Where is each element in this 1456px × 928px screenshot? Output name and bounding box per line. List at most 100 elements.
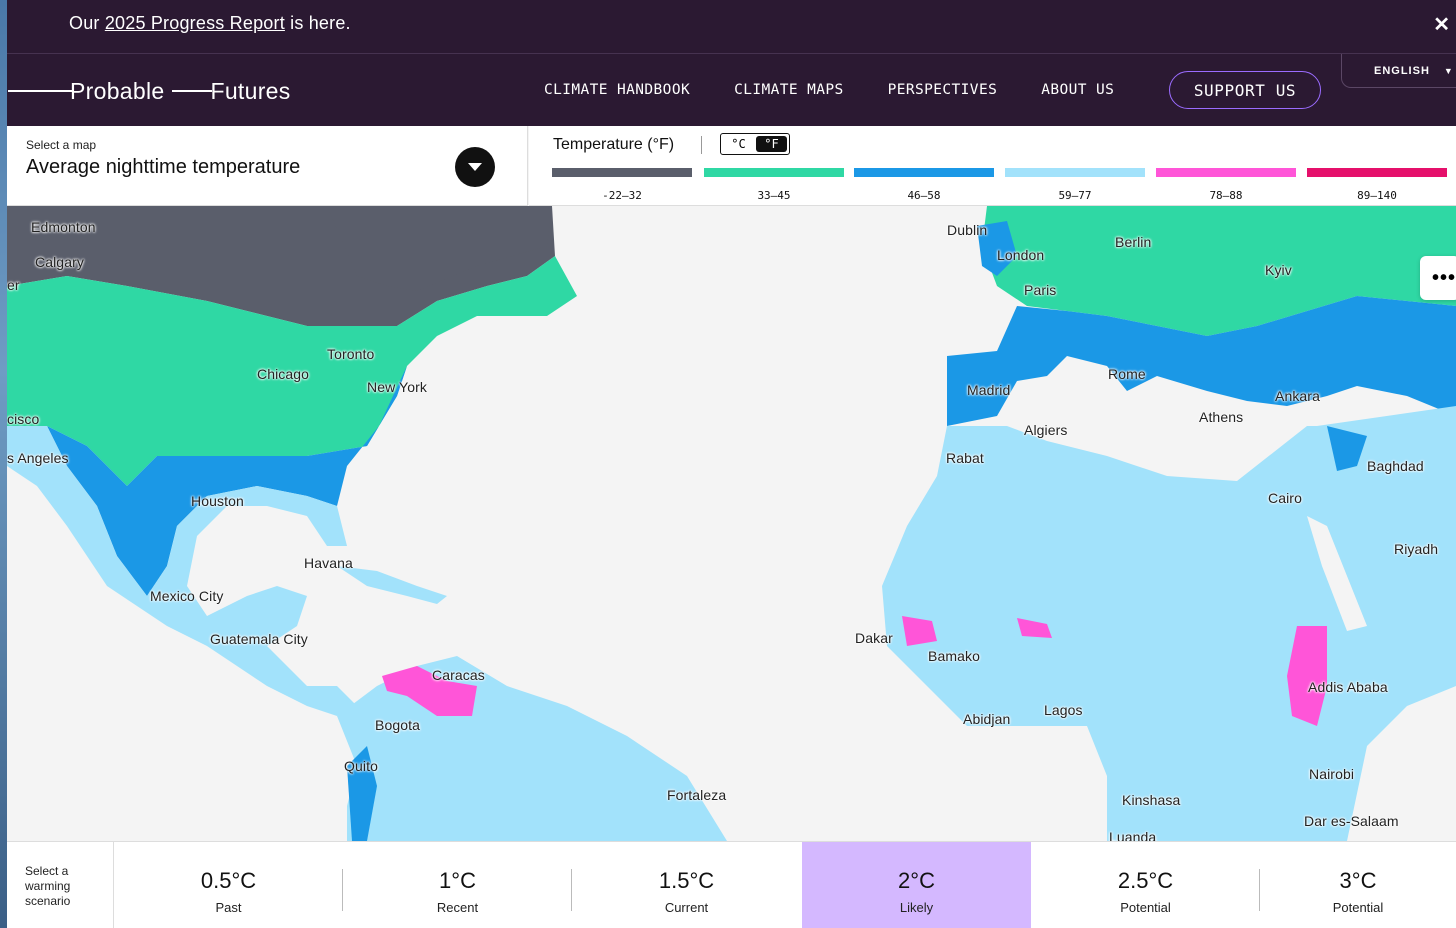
legend-swatch-1 <box>552 168 692 177</box>
city-label-rome: Rome <box>1108 366 1146 382</box>
map-canvas <box>7 206 1456 841</box>
city-label-chicago: Chicago <box>257 366 310 382</box>
city-label-berlin: Berlin <box>1115 234 1152 250</box>
city-label-madrid: Madrid <box>967 382 1011 398</box>
city-label-dublin: Dublin <box>947 222 988 238</box>
announcement-text: Our 2025 Progress Report is here. <box>69 13 351 34</box>
scenario-degree: 2.5°C <box>1117 868 1174 893</box>
nav-link-perspectives[interactable]: PERSPECTIVES <box>888 82 998 98</box>
scenario-option-1[interactable]: 1°C Recent <box>343 842 572 928</box>
scenario-sub: Likely <box>899 900 934 915</box>
announcement-prefix: Our <box>69 13 105 33</box>
legend-label-6: 89–140 <box>1357 189 1397 202</box>
city-label-kyiv: Kyiv <box>1265 262 1292 278</box>
city-label-algiers: Algiers <box>1024 422 1068 438</box>
city-label-lagos: Lagos <box>1044 702 1083 718</box>
city-label-mexico-city: Mexico City <box>150 588 224 604</box>
unit-celsius[interactable]: °C <box>723 136 754 152</box>
legend-panel: Temperature (°F) °C °F -22–32 33–45 46–5… <box>529 126 1456 206</box>
city-label-fortaleza: Fortaleza <box>667 787 727 803</box>
city-label-havana: Havana <box>304 555 353 571</box>
scenario-option-1-5[interactable]: 1.5°C Current <box>572 842 801 928</box>
land-caribbean <box>337 566 447 604</box>
city-label-nairobi: Nairobi <box>1309 766 1355 782</box>
map-select-label: Select a map <box>26 138 97 152</box>
legend-swatch-3 <box>854 168 994 177</box>
city-label-dakar: Dakar <box>855 630 893 646</box>
scenario-option-3[interactable]: 3°C Potential <box>1260 842 1456 928</box>
more-dots-icon[interactable]: ••• <box>1420 256 1456 300</box>
scenario-option-2[interactable]: 2°C Likely <box>802 842 1031 928</box>
nav-link-about-us[interactable]: ABOUT US <box>1041 82 1114 98</box>
land-africa <box>882 426 1456 841</box>
scenario-degree: 3°C <box>1339 868 1377 893</box>
climate-map[interactable]: Edmonton Calgary er cisco s Angeles Chic… <box>7 126 1456 841</box>
scenario-degree: 2°C <box>898 868 935 893</box>
logo-line <box>8 90 72 92</box>
legend-swatch-6 <box>1307 168 1447 177</box>
progress-report-link[interactable]: 2025 Progress Report <box>105 13 285 33</box>
main-nav: Probable Futures CLIMATE HANDBOOK CLIMATE… <box>0 54 1456 126</box>
support-us-button[interactable]: SUPPORT US <box>1169 71 1321 109</box>
scenario-sub: Recent <box>436 900 479 915</box>
map-select-value[interactable]: Average nighttime temperature <box>26 156 300 179</box>
language-label: ENGLISH <box>1374 64 1430 77</box>
dropdown-arrow-icon[interactable] <box>455 147 495 187</box>
city-label-kinshasa: Kinshasa <box>1122 792 1181 808</box>
city-label-er: er <box>7 277 20 293</box>
legend-divider <box>701 136 702 154</box>
logo-line <box>172 90 213 92</box>
city-label-luanda: Luanda <box>1109 829 1157 841</box>
scenario-option-0-5[interactable]: 0.5°C Past <box>114 842 343 928</box>
scenario-option-2-5[interactable]: 2.5°C Potential <box>1031 842 1260 928</box>
map-select-panel[interactable]: Select a map Average nighttime temperatu… <box>7 126 528 206</box>
close-icon[interactable]: ✕ <box>1433 12 1450 37</box>
screen-edge <box>0 0 7 928</box>
logo-word-1: Probable <box>70 77 165 104</box>
nav-link-climate-maps[interactable]: CLIMATE MAPS <box>734 82 844 98</box>
city-label-riyadh: Riyadh <box>1394 541 1439 557</box>
language-selector[interactable]: ENGLISH ▼ <box>1341 54 1456 88</box>
scenario-sub: Potential <box>1120 900 1171 915</box>
city-label-edmonton: Edmonton <box>31 219 96 235</box>
legend-label-2: 33–45 <box>757 189 791 202</box>
chevron-down-icon: ▼ <box>1443 65 1454 76</box>
city-label-athens: Athens <box>1199 409 1244 425</box>
unit-fahrenheit[interactable]: °F <box>756 136 787 152</box>
city-label-rabat: Rabat <box>946 450 984 466</box>
city-label-new-york: New York <box>367 379 427 395</box>
city-label-francisco: cisco <box>7 411 40 427</box>
city-label-addis-ababa: Addis Ababa <box>1308 679 1388 695</box>
legend-swatch-4 <box>1005 168 1145 177</box>
city-label-baghdad: Baghdad <box>1367 458 1424 474</box>
city-label-cairo: Cairo <box>1268 490 1302 506</box>
announcement-bar: Our 2025 Progress Report is here. ✕ <box>0 0 1456 54</box>
city-label-houston: Houston <box>191 493 244 509</box>
city-label-abidjan: Abidjan <box>963 711 1011 727</box>
city-label-caracas: Caracas <box>432 667 485 683</box>
site-logo[interactable]: Probable Futures <box>8 76 291 106</box>
city-label-bogota: Bogota <box>375 717 420 733</box>
scenario-degree: 0.5°C <box>200 868 257 893</box>
city-label-paris: Paris <box>1024 282 1057 298</box>
nav-link-climate-handbook[interactable]: CLIMATE HANDBOOK <box>544 82 690 98</box>
city-label-calgary: Calgary <box>35 254 84 270</box>
legend-label-5: 78–88 <box>1209 189 1243 202</box>
announcement-suffix: is here. <box>284 13 351 33</box>
legend-label-1: -22–32 <box>602 189 642 202</box>
scenario-sub: Potential <box>1332 900 1384 915</box>
city-label-los-angeles: s Angeles <box>7 450 69 466</box>
scenario-label: Select a warming scenario <box>7 842 114 928</box>
city-label-ankara: Ankara <box>1275 388 1320 404</box>
city-label-toronto: Toronto <box>327 346 375 362</box>
legend-title: Temperature (°F) <box>553 136 675 153</box>
city-label-guatemala-city: Guatemala City <box>210 631 308 647</box>
scenario-degree: 1°C <box>439 868 476 893</box>
nav-links: CLIMATE HANDBOOK CLIMATE MAPS PERSPECTIV… <box>544 82 1158 98</box>
logo-word-2: Futures <box>210 77 291 104</box>
scenario-degree: 1.5°C <box>658 868 715 893</box>
unit-toggle[interactable]: °C °F <box>720 133 790 155</box>
legend-swatch-5 <box>1156 168 1296 177</box>
scenario-sub: Current <box>664 900 709 915</box>
legend-label-4: 59–77 <box>1058 189 1092 202</box>
